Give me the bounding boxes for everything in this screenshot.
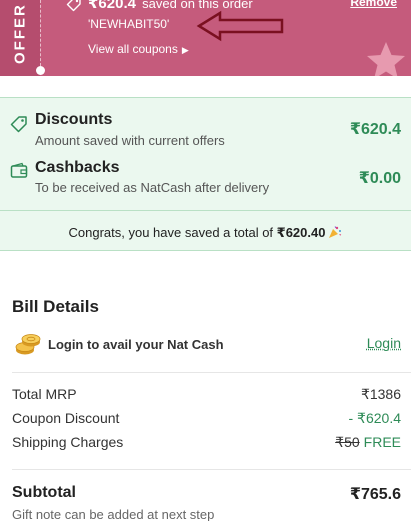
savings-summary: Discounts Amount saved with current offe… — [0, 97, 411, 251]
wallet-icon — [10, 162, 28, 178]
congrats-message: Congrats, you have saved a total of ₹620… — [0, 225, 411, 241]
discounts-value: ₹620.4 — [349, 121, 401, 138]
offer-saved-amount: ₹620.4 — [88, 0, 136, 12]
congrats-text: Congrats, you have saved a total of — [68, 225, 277, 240]
coupon-code: 'NEWHABIT50' — [88, 17, 170, 31]
chevron-right-icon: ▶ — [181, 45, 189, 55]
bill-row-label: Shipping Charges — [12, 434, 124, 450]
shipping-free-label: FREE — [363, 434, 401, 450]
discounts-title: Discounts — [35, 111, 113, 128]
bill-divider — [12, 372, 411, 373]
login-link[interactable]: Login — [367, 335, 401, 351]
cashbacks-value: ₹0.00 — [358, 170, 401, 187]
bill-row-label: Total MRP — [12, 386, 77, 402]
subtotal-label: Subtotal — [12, 484, 76, 501]
discounts-subtitle: Amount saved with current offers — [35, 133, 225, 148]
cashbacks-subtitle: To be received as NatCash after delivery — [35, 180, 270, 195]
star-icon — [367, 42, 405, 76]
tag-icon — [66, 0, 81, 12]
shipping-value: ₹50 FREE — [335, 434, 401, 451]
cashbacks-title: Cashbacks — [35, 159, 120, 176]
offer-tab: OFFER — [0, 0, 40, 76]
shipping-original-price: ₹50 — [335, 434, 360, 450]
view-all-coupons-label: View all coupons — [88, 42, 178, 56]
tag-icon — [10, 116, 27, 133]
congrats-amount: ₹620.40 — [276, 225, 326, 240]
party-popper-icon — [329, 226, 342, 238]
annotation-arrow-icon — [196, 10, 284, 42]
offer-banner: OFFER ₹620.4 saved on this order 'NEWHAB… — [0, 0, 411, 76]
subtotal-value: ₹765.6 — [349, 486, 401, 503]
bill-row-value: - ₹620.4 — [348, 410, 402, 426]
savings-divider — [0, 210, 411, 211]
view-all-coupons-link[interactable]: View all coupons ▶ — [88, 42, 189, 56]
offer-divider — [40, 0, 41, 66]
natcash-prompt: Login to avail your Nat Cash — [48, 337, 224, 352]
subtotal-divider — [12, 469, 411, 470]
remove-coupon-button[interactable]: Remove — [350, 0, 397, 9]
bill-row-value: ₹1386 — [360, 386, 401, 402]
offer-tab-label: OFFER — [11, 3, 29, 65]
coins-icon — [15, 334, 41, 355]
offer-notch — [36, 66, 45, 75]
bill-details-title: Bill Details — [12, 297, 99, 316]
bill-row-label: Coupon Discount — [12, 410, 120, 426]
gift-note: Gift note can be added at next step — [12, 507, 215, 521]
